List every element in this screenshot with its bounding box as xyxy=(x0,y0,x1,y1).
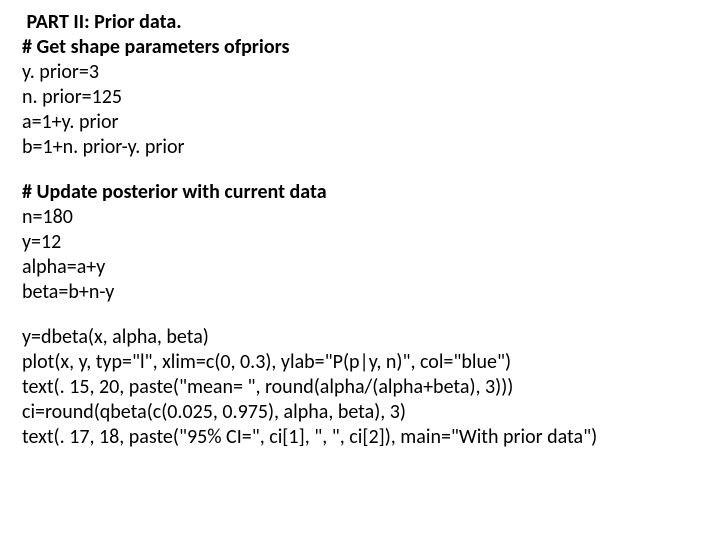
code-line: alpha=a+y xyxy=(22,255,702,280)
blank-line xyxy=(22,160,702,180)
code-line: n=180 xyxy=(22,205,702,230)
blank-line xyxy=(22,305,702,325)
code-line: beta=b+n-y xyxy=(22,280,702,305)
code-line: n. prior=125 xyxy=(22,85,702,110)
code-line: plot(x, y, typ="l", xlim=c(0, 0.3), ylab… xyxy=(22,350,702,375)
code-line: text(. 17, 18, paste("95% CI=", ci[1], "… xyxy=(22,425,702,450)
part-title: PART II: Prior data. xyxy=(22,10,702,35)
section-heading-priors: # Get shape parameters ofpriors xyxy=(22,35,702,60)
code-line: y=dbeta(x, alpha, beta) xyxy=(22,325,702,350)
section-heading-posterior: # Update posterior with current data xyxy=(22,180,702,205)
code-line: text(. 15, 20, paste("mean= ", round(alp… xyxy=(22,375,702,400)
code-line: b=1+n. prior-y. prior xyxy=(22,135,702,160)
code-line: a=1+y. prior xyxy=(22,110,702,135)
code-line: y=12 xyxy=(22,230,702,255)
code-line: ci=round(qbeta(c(0.025, 0.975), alpha, b… xyxy=(22,400,702,425)
slide-content: PART II: Prior data. # Get shape paramet… xyxy=(0,0,720,460)
code-line: y. prior=3 xyxy=(22,60,702,85)
